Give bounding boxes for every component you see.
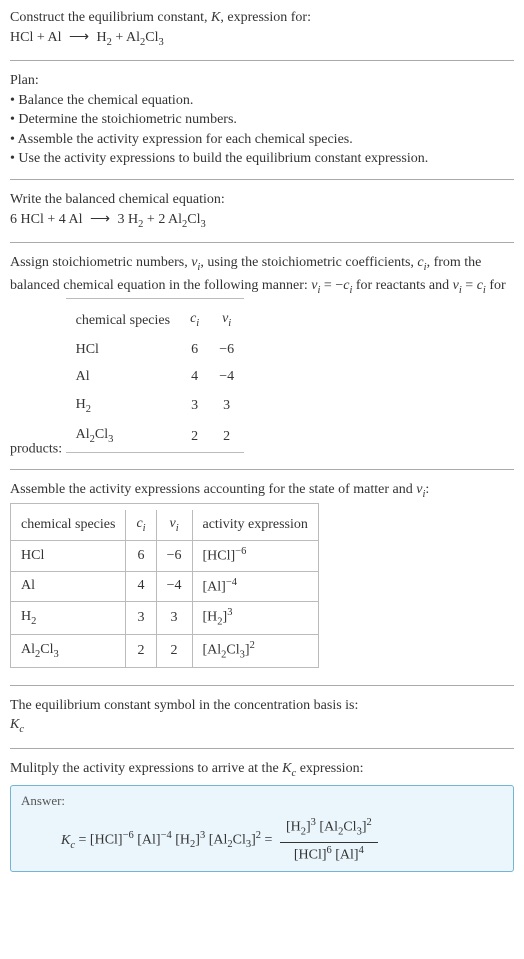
eqconst-text: The equilibrium constant symbol in the c… (10, 696, 514, 716)
plan-bullet-2: • Determine the stoichiometric numbers. (10, 110, 514, 130)
activity-table-wrap: chemical species ci νi activity expressi… (10, 503, 319, 668)
species-cell: H2 (11, 601, 126, 634)
activity-cell: [HCl]−6 (192, 541, 318, 571)
numerator: [H2]3 [Al2Cl3]2 (280, 816, 378, 842)
plan-bullet-3: • Assemble the activity expression for e… (10, 130, 514, 150)
table-row: Al 4 −4 (66, 363, 245, 391)
stoich-table: chemical species ci νi HCl 6 −6 Al 4 −4 … (66, 305, 245, 452)
balanced-rhs: 3 H2 + 2 Al2Cl3 (118, 212, 206, 227)
answer-equation: Kc = [HCl]−6 [Al]−4 [H2]3 [Al2Cl3]2 = [H… (21, 816, 503, 864)
col-ci: ci (180, 305, 209, 335)
eqconst-block: The equilibrium constant symbol in the c… (10, 696, 514, 738)
col-vi: νi (209, 305, 244, 335)
col-species: chemical species (66, 305, 180, 335)
unbalanced-rhs: H2 + Al2Cl3 (97, 30, 164, 45)
species-cell: HCl (11, 541, 126, 571)
stoich-table-wrap: chemical species ci νi HCl 6 −6 Al 4 −4 … (66, 298, 245, 453)
col-ci: ci (126, 510, 156, 541)
balanced-block: Write the balanced chemical equation: 6 … (10, 190, 514, 232)
table-row: Al 4 −4 [Al]−4 (11, 571, 318, 601)
table-header-row: chemical species ci νi activity expressi… (11, 510, 318, 541)
species-cell: Al (66, 363, 180, 391)
divider (10, 469, 514, 470)
table-row: HCl 6 −6 [HCl]−6 (11, 541, 318, 571)
activity-header-a: Assemble the activity expressions accoun… (10, 482, 416, 497)
reaction-arrow-icon: ⟶ (69, 28, 89, 48)
divider (10, 748, 514, 749)
divider (10, 242, 514, 243)
reaction-arrow-icon: ⟶ (90, 210, 110, 230)
vi-cell: 3 (156, 601, 192, 634)
plan-bullet-1: • Balance the chemical equation. (10, 91, 514, 111)
table-row: Al2Cl3 2 2 (66, 421, 245, 451)
answer-label: Answer: (21, 792, 503, 810)
multiply-block: Mulitply the activity expressions to arr… (10, 759, 514, 872)
species-cell: H2 (66, 391, 180, 421)
plan-block: Plan: • Balance the chemical equation. •… (10, 71, 514, 169)
ci-cell: 2 (180, 421, 209, 451)
table-row: Al2Cl3 2 2 [Al2Cl3]2 (11, 634, 318, 667)
vi-cell: −6 (209, 336, 244, 364)
unbalanced-lhs: HCl + Al (10, 30, 61, 45)
species-cell: Al2Cl3 (11, 634, 126, 667)
multiply-text-a: Mulitply the activity expressions to arr… (10, 761, 282, 776)
ci-cell: 4 (180, 363, 209, 391)
species-cell: Al2Cl3 (66, 421, 180, 451)
intro-block: Construct the equilibrium constant, K, e… (10, 8, 514, 50)
balanced-header: Write the balanced chemical equation: (10, 190, 514, 210)
plan-header: Plan: (10, 71, 514, 91)
stoich-text: Assign stoichiometric numbers, (10, 255, 191, 270)
col-vi: νi (156, 510, 192, 541)
activity-cell: [Al2Cl3]2 (192, 634, 318, 667)
denominator: [HCl]6 [Al]4 (280, 843, 378, 865)
ci-cell: 4 (126, 571, 156, 601)
ci-cell: 3 (180, 391, 209, 421)
species-cell: HCl (66, 336, 180, 364)
vi-cell: −4 (156, 571, 192, 601)
table-row: H2 3 3 (66, 391, 245, 421)
vi-cell: 3 (209, 391, 244, 421)
divider (10, 685, 514, 686)
activity-cell: [Al]−4 (192, 571, 318, 601)
divider (10, 179, 514, 180)
col-activity: activity expression (192, 510, 318, 541)
table-row: HCl 6 −6 (66, 336, 245, 364)
activity-table: chemical species ci νi activity expressi… (11, 510, 318, 667)
ci-cell: 6 (180, 336, 209, 364)
ci-cell: 3 (126, 601, 156, 634)
vi-cell: 2 (209, 421, 244, 451)
vi-cell: 2 (156, 634, 192, 667)
ci-cell: 2 (126, 634, 156, 667)
vi-cell: −4 (209, 363, 244, 391)
K-symbol: K (211, 10, 220, 25)
intro-text-1: Construct the equilibrium constant, (10, 10, 211, 25)
intro-text-1b: , expression for: (220, 10, 311, 25)
plan-bullet-4: • Use the activity expressions to build … (10, 149, 514, 169)
balanced-lhs: 6 HCl + 4 Al (10, 212, 82, 227)
divider (10, 60, 514, 61)
activity-block: Assemble the activity expressions accoun… (10, 480, 514, 674)
ci-cell: 6 (126, 541, 156, 571)
stoich-block: Assign stoichiometric numbers, νi, using… (10, 253, 514, 459)
fraction: [H2]3 [Al2Cl3]2[HCl]6 [Al]4 (280, 816, 378, 864)
species-cell: Al (11, 571, 126, 601)
vi-cell: −6 (156, 541, 192, 571)
answer-box: Answer: Kc = [HCl]−6 [Al]−4 [H2]3 [Al2Cl… (10, 785, 514, 872)
table-header-row: chemical species ci νi (66, 305, 245, 335)
activity-cell: [H2]3 (192, 601, 318, 634)
table-row: H2 3 3 [H2]3 (11, 601, 318, 634)
kc-symbol: Kc (10, 717, 24, 732)
col-species: chemical species (11, 510, 126, 541)
